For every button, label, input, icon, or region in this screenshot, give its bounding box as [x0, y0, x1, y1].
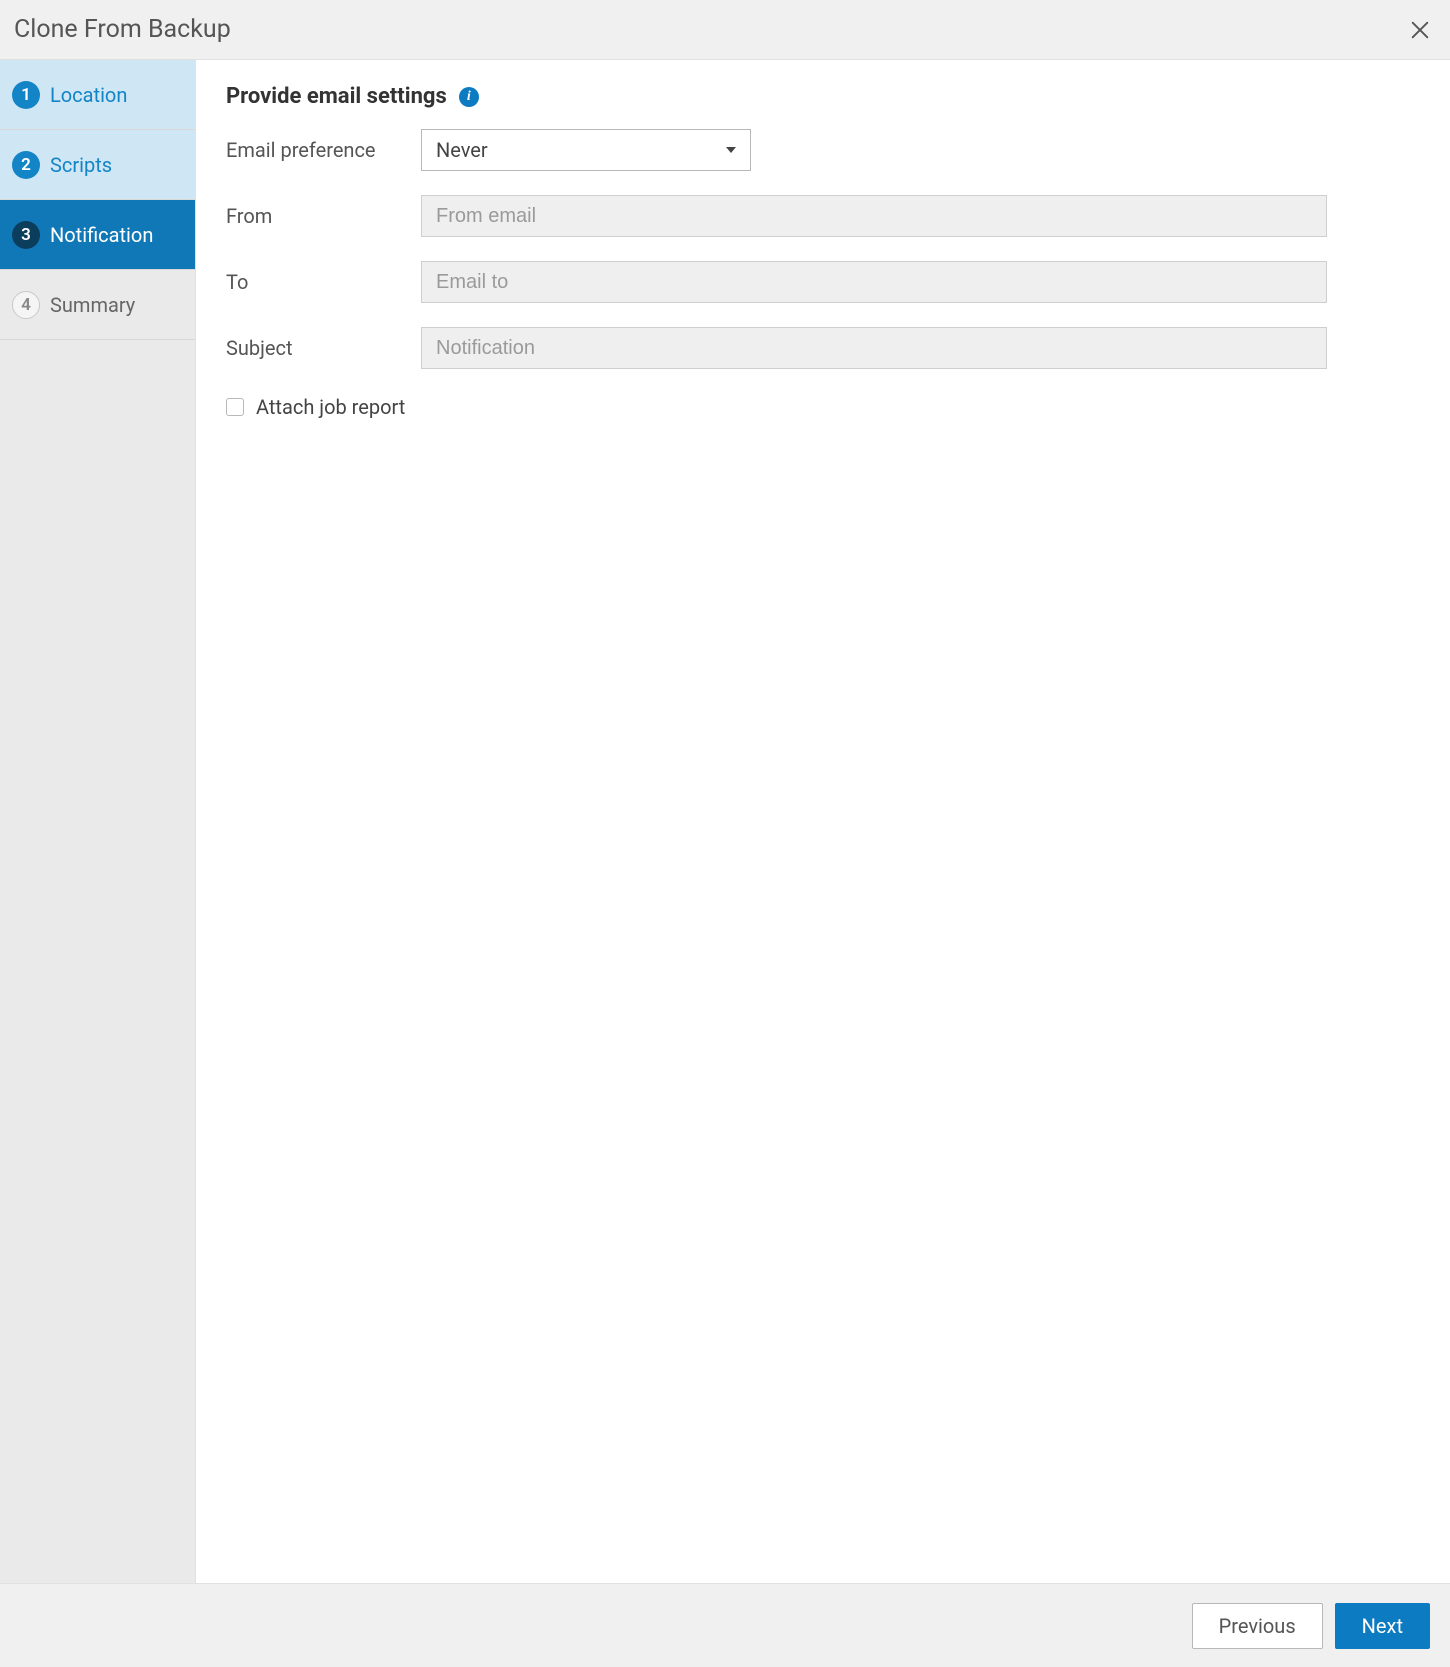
dialog-body: 1 Location 2 Scripts 3 Notification 4 Su…	[0, 60, 1450, 1583]
email-preference-select[interactable]: Never	[421, 129, 751, 171]
row-to: To	[226, 261, 1420, 303]
step-location[interactable]: 1 Location	[0, 60, 195, 130]
step-label: Notification	[50, 223, 153, 247]
clone-from-backup-dialog: Clone From Backup 1 Location 2 Scripts 3…	[0, 0, 1450, 1667]
step-scripts[interactable]: 2 Scripts	[0, 130, 195, 200]
step-label: Summary	[50, 293, 135, 317]
wizard-steps-sidebar: 1 Location 2 Scripts 3 Notification 4 Su…	[0, 60, 196, 1583]
label-email-preference: Email preference	[226, 138, 421, 162]
from-email-input[interactable]	[421, 195, 1327, 237]
attach-job-report-checkbox[interactable]	[226, 398, 244, 416]
info-icon[interactable]: i	[459, 87, 479, 107]
previous-button[interactable]: Previous	[1192, 1603, 1323, 1649]
next-button[interactable]: Next	[1335, 1603, 1430, 1649]
close-icon	[1409, 19, 1431, 41]
step-summary[interactable]: 4 Summary	[0, 270, 195, 340]
row-email-preference: Email preference Never	[226, 129, 1420, 171]
step-number: 3	[12, 221, 40, 249]
step-label: Location	[50, 83, 127, 107]
step-label: Scripts	[50, 153, 112, 177]
label-to: To	[226, 270, 421, 294]
close-button[interactable]	[1404, 14, 1436, 46]
attach-job-report-label: Attach job report	[256, 395, 405, 419]
email-preference-value: Never	[436, 138, 488, 162]
step-number: 2	[12, 151, 40, 179]
row-from: From	[226, 195, 1420, 237]
label-subject: Subject	[226, 336, 421, 360]
step-number: 4	[12, 291, 40, 319]
email-preference-select-wrap: Never	[421, 129, 751, 171]
dialog-title: Clone From Backup	[14, 15, 231, 44]
row-subject: Subject	[226, 327, 1420, 369]
dialog-footer: Previous Next	[0, 1583, 1450, 1667]
chevron-down-icon	[726, 147, 736, 153]
subject-input[interactable]	[421, 327, 1327, 369]
titlebar: Clone From Backup	[0, 0, 1450, 60]
content-panel: Provide email settings i Email preferenc…	[196, 60, 1450, 1583]
label-from: From	[226, 204, 421, 228]
row-attach-job-report: Attach job report	[226, 395, 1420, 419]
section-title: Provide email settings	[226, 84, 447, 109]
to-email-input[interactable]	[421, 261, 1327, 303]
step-number: 1	[12, 81, 40, 109]
step-notification[interactable]: 3 Notification	[0, 200, 195, 270]
section-header: Provide email settings i	[226, 84, 1420, 109]
